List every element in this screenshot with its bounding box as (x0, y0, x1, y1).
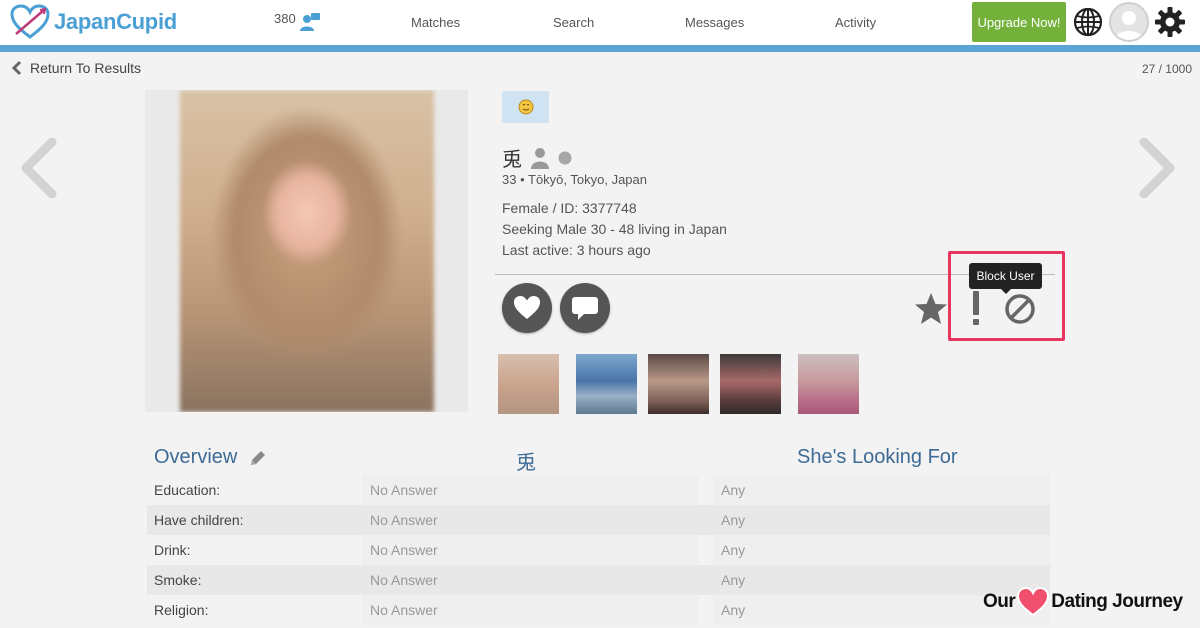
overview-title: Overview (154, 446, 238, 468)
overview-heading: Overview (154, 446, 267, 469)
her-answer: No Answer (362, 505, 699, 535)
watermark-left: Our (983, 591, 1016, 612)
profile-username: 兎 (502, 149, 522, 171)
nav-activity[interactable]: Activity (835, 15, 876, 30)
row-label: Smoke: (154, 572, 202, 588)
photo-thumbnail[interactable] (648, 354, 709, 414)
photo-thumbnail[interactable] (720, 354, 781, 414)
watermark: Our Dating Journey (983, 587, 1183, 617)
header-accent-stripe (0, 45, 1200, 52)
nav-search[interactable]: Search (553, 15, 594, 30)
seeking-answer: Any (713, 505, 1050, 535)
return-label: Return To Results (30, 60, 142, 76)
block-user-tooltip: Block User (969, 263, 1042, 289)
return-to-results-link[interactable]: Return To Results (12, 60, 141, 76)
heart-icon (514, 296, 540, 319)
her-answer: No Answer (362, 565, 699, 595)
her-answer: No Answer (362, 535, 699, 565)
result-counter: 27 / 1000 (1141, 62, 1192, 76)
row-label: Education: (154, 482, 221, 498)
chat-bubble-icon (572, 297, 598, 320)
favorite-star-icon[interactable] (914, 292, 948, 326)
mood-badge (502, 91, 549, 123)
users-chat-icon (299, 13, 320, 31)
default-avatar-icon (1111, 4, 1147, 40)
photo-thumbnail[interactable] (498, 354, 559, 414)
row-label: Drink: (154, 542, 191, 558)
smiley-icon (518, 99, 533, 115)
table-row: Education: No Answer Any (147, 475, 1050, 505)
main-profile-photo[interactable] (145, 90, 468, 412)
top-navbar: JapanCupid 380 Matches Search Messages A… (0, 0, 1200, 45)
next-profile-arrow-icon[interactable] (1136, 138, 1178, 198)
table-row: Have children: No Answer Any (147, 505, 1050, 535)
pixelated-photo (180, 90, 434, 412)
photo-thumbnail[interactable] (576, 354, 637, 414)
watermark-right: Dating Journey (1051, 591, 1183, 612)
japancupid-logo[interactable]: JapanCupid (10, 4, 177, 40)
username-row: 兎 (502, 143, 572, 172)
her-column-heading: 兎 (516, 452, 536, 474)
table-row: Smoke: No Answer Any (147, 565, 1050, 595)
heart-logo-icon (10, 4, 50, 39)
chevron-left-icon (12, 60, 22, 76)
gear-icon[interactable] (1154, 6, 1186, 38)
profile-seeking: Seeking Male 30 - 48 living in Japan (502, 221, 727, 237)
notification-counter[interactable]: 380 (274, 11, 321, 33)
row-label: Have children: (154, 512, 244, 528)
offline-status-dot-icon (558, 151, 572, 164)
seeking-answer: Any (713, 475, 1050, 505)
user-avatar[interactable] (1109, 2, 1149, 42)
her-answer: No Answer (362, 475, 699, 505)
photo-thumbnail[interactable] (798, 354, 859, 414)
table-row: Drink: No Answer Any (147, 535, 1050, 565)
nav-matches[interactable]: Matches (411, 15, 460, 30)
profile-location: 33 • Tōkyō, Tokyo, Japan (502, 172, 647, 187)
profile-last-active: Last active: 3 hours ago (502, 242, 651, 258)
table-row: Religion: No Answer Any (147, 595, 1050, 625)
notification-count: 380 (274, 11, 296, 26)
watermark-heart-icon (1017, 587, 1050, 617)
upgrade-button[interactable]: Upgrade Now! (972, 2, 1066, 42)
tooltip-tail (1001, 289, 1011, 294)
message-button[interactable] (560, 283, 610, 333)
seeking-answer: Any (713, 535, 1050, 565)
looking-for-heading: She's Looking For (797, 446, 958, 468)
like-button[interactable] (502, 283, 552, 333)
person-icon (531, 147, 549, 169)
logo-text: JapanCupid (54, 9, 177, 34)
her-answer: No Answer (362, 595, 699, 625)
profile-gender-id: Female / ID: 3377748 (502, 200, 637, 216)
globe-icon[interactable] (1073, 7, 1103, 37)
row-label: Religion: (154, 602, 209, 618)
pencil-edit-icon[interactable] (249, 449, 267, 467)
previous-profile-arrow-icon[interactable] (18, 138, 60, 198)
nav-messages[interactable]: Messages (685, 15, 744, 30)
